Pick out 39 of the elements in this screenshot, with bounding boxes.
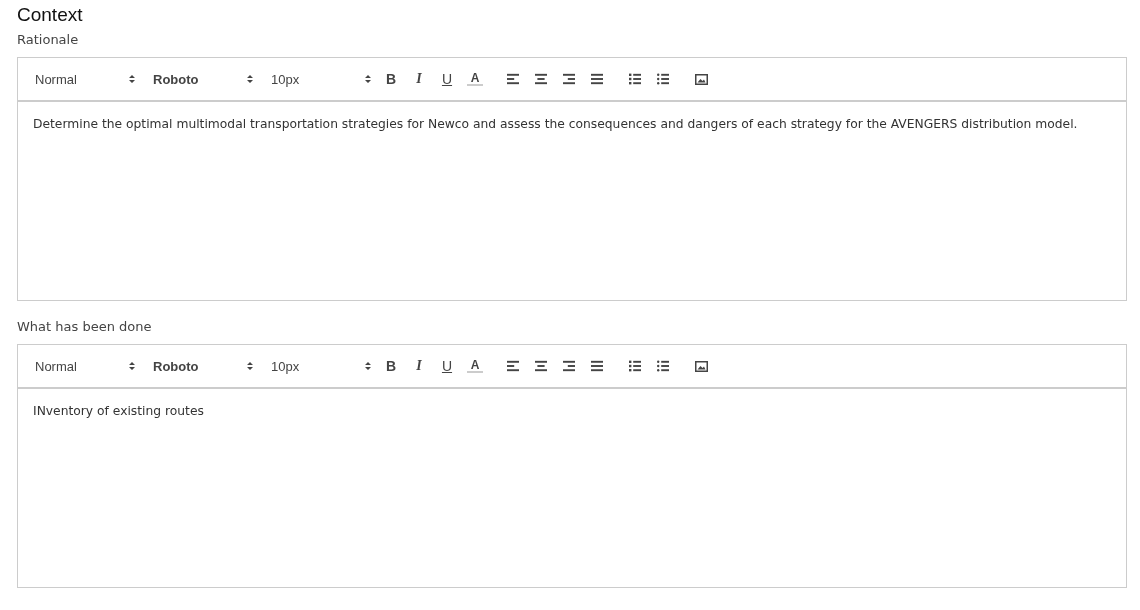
image-icon[interactable] — [693, 358, 709, 374]
editor-text[interactable]: Determine the optimal multimodal transportation strategies for Newco and assess the consequences and dangers of each strategy for the AVENGERS distribution model. — [18, 102, 1126, 300]
align-right-icon[interactable] — [561, 358, 577, 374]
dropdown-picker[interactable]: Roboto — [153, 71, 254, 87]
dropdown-picker[interactable]: 10px — [271, 358, 372, 374]
sort-caret-icon — [128, 361, 136, 371]
format-button[interactable]: A — [467, 359, 483, 373]
align-center-icon[interactable] — [533, 358, 549, 374]
format-button[interactable]: B — [383, 71, 399, 87]
align-justify-icon[interactable] — [589, 358, 605, 374]
sort-caret-icon — [128, 74, 136, 84]
sort-caret-icon — [364, 74, 372, 84]
format-button[interactable]: I — [411, 71, 427, 87]
align-center-icon[interactable] — [533, 71, 549, 87]
format-button[interactable]: U — [439, 71, 455, 87]
sort-caret-icon — [246, 361, 254, 371]
field-label: What has been done — [17, 319, 153, 334]
ordered-list-icon[interactable] — [627, 358, 643, 374]
format-button[interactable]: I — [411, 358, 427, 374]
field-label: Rationale — [17, 32, 80, 47]
format-button[interactable]: B — [383, 358, 399, 374]
format-button[interactable]: U — [439, 358, 455, 374]
dropdown-picker[interactable]: Normal — [35, 358, 136, 374]
sort-caret-icon — [364, 361, 372, 371]
align-justify-icon[interactable] — [589, 71, 605, 87]
ordered-list-icon[interactable] — [627, 71, 643, 87]
align-left-icon[interactable] — [505, 358, 521, 374]
sort-caret-icon — [246, 74, 254, 84]
editor-text[interactable]: INventory of existing routes — [18, 389, 1126, 587]
dropdown-picker[interactable]: Roboto — [153, 358, 254, 374]
align-right-icon[interactable] — [561, 71, 577, 87]
format-button[interactable]: A — [467, 72, 483, 86]
section-heading: Context — [17, 4, 84, 26]
dropdown-picker[interactable]: Normal — [35, 71, 136, 87]
image-icon[interactable] — [693, 71, 709, 87]
bullet-list-icon[interactable] — [655, 358, 671, 374]
align-left-icon[interactable] — [505, 71, 521, 87]
bullet-list-icon[interactable] — [655, 71, 671, 87]
dropdown-picker[interactable]: 10px — [271, 71, 372, 87]
